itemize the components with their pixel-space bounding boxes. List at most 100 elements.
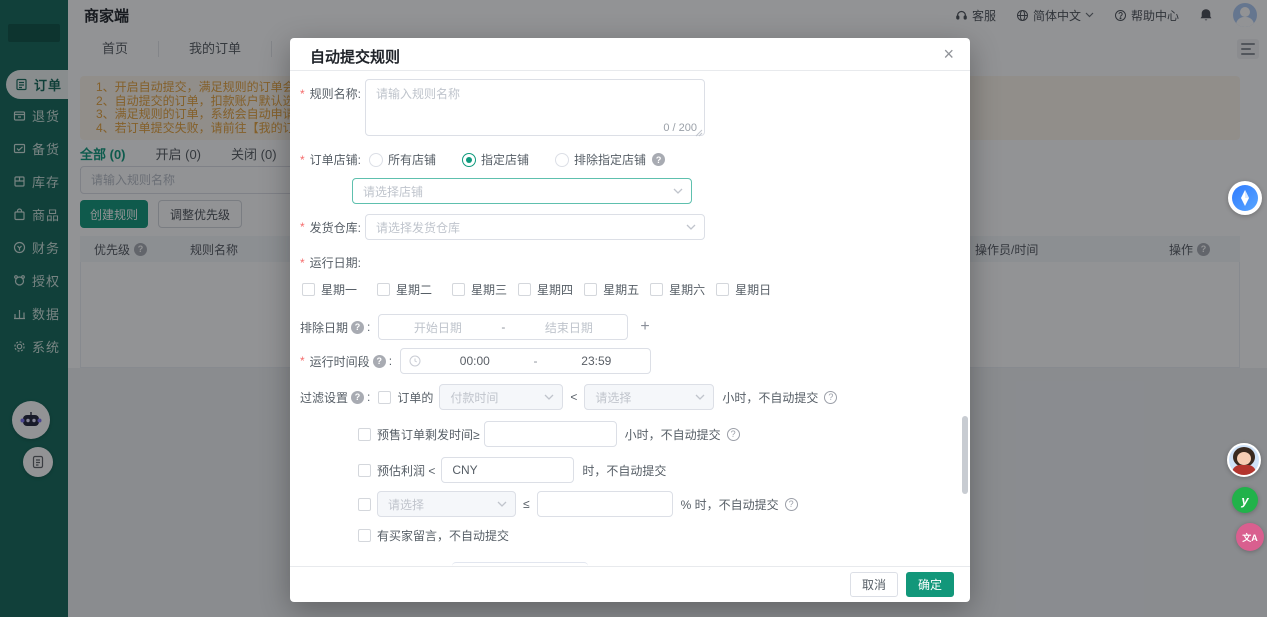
checkbox-tuesday[interactable]: 星期二: [377, 281, 432, 298]
filter4-percent-input[interactable]: [537, 491, 673, 517]
modal-scrollbar-thumb[interactable]: [962, 416, 968, 494]
filter5-checkbox[interactable]: [358, 529, 371, 542]
checkbox-sunday[interactable]: 星期日: [716, 281, 771, 298]
checkbox-icon: [452, 283, 465, 296]
auto-submit-rule-modal: 自动提交规则 × * 规则名称: 0 / 200 * 订单店铺: 所有店铺 指定店铺…: [290, 38, 970, 602]
range-separator: -: [529, 354, 543, 368]
checkbox-thursday[interactable]: 星期四: [518, 281, 573, 298]
modal-body: * 规则名称: 0 / 200 * 订单店铺: 所有店铺 指定店铺 排除指定店铺 ?…: [290, 71, 970, 566]
checkbox-icon: [716, 283, 729, 296]
filter4-suffix: % 时，不自动提交: [681, 496, 779, 513]
filter2-suffix: 小时，不自动提交: [625, 426, 721, 443]
filter4-checkbox[interactable]: [358, 498, 371, 511]
end-time: 23:59: [543, 354, 651, 368]
radio-all-stores[interactable]: 所有店铺: [369, 151, 436, 168]
resize-handle-icon[interactable]: [695, 129, 703, 137]
question-filled-icon[interactable]: ?: [351, 321, 364, 334]
close-icon[interactable]: ×: [943, 43, 954, 65]
store-select-placeholder: 请选择店铺: [363, 183, 673, 200]
filter3-prefix: 预估利润 <: [377, 462, 435, 479]
warehouse-label: 发货仓库:: [310, 219, 361, 236]
chevron-down-icon: [673, 188, 683, 194]
question-filled-icon[interactable]: ?: [351, 391, 364, 404]
filter1-value-select[interactable]: 请选择: [584, 384, 714, 410]
checkbox-icon: [650, 283, 663, 296]
filter4-metric-select[interactable]: 请选择: [377, 491, 516, 517]
checkbox-friday[interactable]: 星期五: [584, 281, 639, 298]
question-outline-icon[interactable]: ?: [824, 391, 837, 404]
confirm-button[interactable]: 确定: [906, 572, 954, 597]
compass-icon: [1232, 185, 1258, 211]
question-filled-icon[interactable]: ?: [373, 355, 386, 368]
filter4-operator: ≤: [523, 497, 530, 511]
end-date-placeholder: 结束日期: [510, 319, 627, 336]
add-date-range-button[interactable]: +: [640, 318, 649, 336]
filter1-suffix: 小时，不自动提交: [722, 389, 818, 406]
clock-icon: [409, 355, 421, 367]
checkbox-icon: [302, 283, 315, 296]
agent-avatar-float[interactable]: [1227, 443, 1261, 477]
radio-checked-icon: [462, 153, 476, 167]
filter3-suffix: 时，不自动提交: [582, 462, 666, 479]
warehouse-select[interactable]: 请选择发货仓库: [365, 214, 705, 240]
modal-title: 自动提交规则: [310, 46, 400, 67]
filter1-operator: <: [570, 390, 577, 404]
order-store-label: 订单店铺:: [310, 151, 361, 168]
filter1-prefix: 订单的: [397, 389, 433, 406]
checkbox-icon: [377, 283, 390, 296]
question-filled-icon[interactable]: ?: [652, 153, 665, 166]
chevron-down-icon: [695, 394, 705, 400]
start-date-placeholder: 开始日期: [379, 319, 496, 336]
filter5-label: 有买家留言，不自动提交: [377, 527, 509, 544]
messenger-float-button[interactable]: y: [1232, 487, 1258, 513]
exclude-date-range-picker[interactable]: 开始日期 - 结束日期: [378, 314, 628, 340]
run-time-label: 运行时间段: [310, 353, 370, 370]
filter2-checkbox[interactable]: [358, 428, 371, 441]
radio-specified-stores[interactable]: 指定店铺: [462, 151, 529, 168]
modal-header: 自动提交规则 ×: [290, 38, 970, 71]
range-separator: -: [496, 320, 510, 334]
filters-label: 过滤设置: [300, 389, 348, 406]
checkbox-wednesday[interactable]: 星期三: [452, 281, 507, 298]
translate-float-button[interactable]: 文A: [1236, 523, 1264, 551]
cancel-button[interactable]: 取消: [850, 572, 898, 597]
exclude-dates-label: 排除日期: [300, 319, 348, 336]
filter2-hours-input[interactable]: [484, 421, 617, 447]
store-select[interactable]: 请选择店铺: [352, 178, 692, 204]
checkbox-monday[interactable]: 星期一: [302, 281, 357, 298]
required-mark: *: [300, 153, 305, 167]
required-mark: *: [300, 256, 305, 270]
translate-icon: 文A: [1242, 531, 1258, 544]
checkbox-icon: [518, 283, 531, 296]
run-days-label: 运行日期:: [310, 254, 361, 271]
start-time: 00:00: [421, 354, 529, 368]
char-counter: 0 / 200: [663, 122, 697, 134]
rule-name-textarea[interactable]: [365, 79, 705, 136]
chevron-down-icon: [544, 394, 554, 400]
chevron-down-icon: [497, 501, 507, 507]
guide-float-button[interactable]: [1228, 181, 1262, 215]
radio-icon: [555, 153, 569, 167]
question-outline-icon[interactable]: ?: [785, 498, 798, 511]
run-time-range-picker[interactable]: 00:00 - 23:59: [400, 348, 651, 374]
filter2-prefix: 预售订单剩发时间≥: [377, 426, 480, 443]
filter3-checkbox[interactable]: [358, 464, 371, 477]
currency-code: CNY: [452, 463, 477, 477]
filter1-checkbox[interactable]: [378, 391, 391, 404]
required-mark: *: [300, 220, 305, 234]
modal-footer: 取消 确定: [290, 566, 970, 602]
filter3-profit-input[interactable]: CNY: [441, 457, 574, 483]
checkbox-saturday[interactable]: 星期六: [650, 281, 705, 298]
required-mark: *: [300, 87, 305, 101]
messenger-icon: y: [1241, 493, 1248, 508]
required-mark: *: [300, 354, 305, 368]
chevron-down-icon: [686, 224, 696, 230]
avatar-face: [1237, 452, 1251, 465]
checkbox-icon: [584, 283, 597, 296]
radio-exclude-stores[interactable]: 排除指定店铺: [555, 151, 646, 168]
radio-icon: [369, 153, 383, 167]
filter1-field-select[interactable]: 付款时间: [439, 384, 563, 410]
rule-name-label: 规则名称:: [310, 85, 361, 102]
question-outline-icon[interactable]: ?: [727, 428, 740, 441]
warehouse-select-placeholder: 请选择发货仓库: [376, 219, 686, 236]
